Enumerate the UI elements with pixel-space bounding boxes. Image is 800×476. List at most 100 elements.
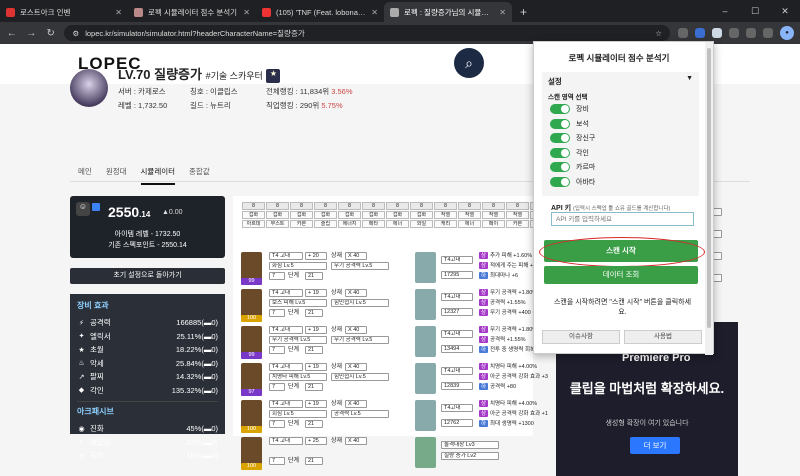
gem-type[interactable]: 겁화	[362, 211, 385, 219]
multiplier-select[interactable]: X 40	[345, 289, 367, 297]
grade-select[interactable]: T4 고대	[269, 437, 303, 445]
gem-type[interactable]: 겁화	[410, 211, 433, 219]
step-select[interactable]: 7	[269, 383, 285, 391]
accessory-grade-select[interactable]: T4고대	[441, 367, 473, 375]
gem-type[interactable]: 겁화	[386, 211, 409, 219]
chevron-down-icon[interactable]: ▼	[686, 75, 693, 82]
close-icon[interactable]: ✕	[371, 8, 378, 17]
gem-selector[interactable]: 8 작열 페이	[482, 202, 505, 228]
level-select[interactable]: 21	[305, 309, 323, 317]
multiplier-select[interactable]: X 40	[345, 326, 367, 334]
gem-skill[interactable]: 메타	[362, 220, 385, 228]
ad-more-button[interactable]: 더 보기	[630, 437, 680, 454]
accessory-value-input[interactable]: 12839	[441, 382, 473, 390]
accessory-option-select[interactable]: 하 최대 생명력 +1300	[477, 420, 536, 428]
close-window-button[interactable]: ✕	[770, 6, 800, 17]
tab-summary[interactable]: 종합값	[189, 166, 210, 185]
extension-icon[interactable]	[712, 28, 722, 38]
minimize-button[interactable]: –	[710, 6, 740, 16]
effect-select-a[interactable]: 화심 Lv.5	[269, 262, 327, 270]
gem-skill[interactable]: 페이	[482, 220, 505, 228]
accessory-grade-select[interactable]: T4고대	[441, 330, 473, 338]
multiplier-select[interactable]: X 40	[345, 363, 367, 371]
browser-tab-active[interactable]: 로펙 : 질량증가님의 시뮬레이터 ✕	[384, 2, 512, 22]
close-icon[interactable]: ✕	[499, 8, 506, 17]
refine-select[interactable]: + 19	[305, 289, 327, 297]
download-icon[interactable]	[746, 28, 756, 38]
gem-selector[interactable]: 8 작열 카본	[506, 202, 529, 228]
gem-level[interactable]: 8	[362, 202, 385, 210]
accessory-option-select[interactable]: 상 공격력 +1.55%	[477, 336, 528, 344]
grade-select[interactable]: T4 고대	[269, 289, 303, 297]
level-select[interactable]: 21	[305, 346, 323, 354]
toggle-switch[interactable]	[550, 147, 570, 158]
effect-select-b[interactable]: 공격력 Lv.5	[331, 410, 389, 418]
gem-level[interactable]: 8	[242, 202, 265, 210]
effect-select-a[interactable]: 회심 Lv.5	[269, 410, 327, 418]
scroll-thumb[interactable]	[707, 48, 711, 328]
checkbox[interactable]	[92, 203, 100, 211]
multiplier-select[interactable]: X 40	[345, 400, 367, 408]
accessory-option-select[interactable]: 상 무기 공격력 +1.80%	[477, 326, 539, 334]
gem-selector[interactable]: 8작열에너	[458, 202, 481, 228]
toggle-switch[interactable]	[550, 118, 570, 129]
settings-header[interactable]: 설정	[548, 76, 562, 87]
gem-selector[interactable]: 8 겁화 카본	[290, 202, 313, 228]
search-icon[interactable]: ⌕	[454, 48, 484, 78]
accessory-option-select[interactable]: 상 치명타 피해 +4.00%	[477, 400, 539, 408]
grade-select[interactable]: T4 고대	[269, 400, 303, 408]
gem-type[interactable]: 겁화	[314, 211, 337, 219]
gem-level[interactable]: 8	[314, 202, 337, 210]
browser-tab[interactable]: 로스트아크 인벤 ✕	[0, 2, 128, 22]
sidepanel-icon[interactable]	[763, 28, 773, 38]
browser-tab[interactable]: (105) 'TNF (Feat. lobonabe… ✕	[256, 2, 384, 22]
refine-select[interactable]: + 19	[305, 326, 327, 334]
accessory-value-input[interactable]: 12327	[441, 308, 473, 316]
effect-select-a[interactable]: 보스 피해 Lv.5	[269, 299, 327, 307]
scan-toggle-row[interactable]: 아바타	[550, 176, 595, 187]
data-lookup-button[interactable]: 데이터 조회	[544, 266, 698, 284]
tab-main[interactable]: 메인	[78, 166, 92, 185]
gem-selector[interactable]: 8 작열 캐리	[434, 202, 457, 228]
step-select[interactable]: 7	[269, 309, 285, 317]
level-select[interactable]: 21	[305, 383, 323, 391]
extension-icon[interactable]	[695, 28, 705, 38]
gem-skill[interactable]: 에너	[458, 220, 481, 228]
grade-select[interactable]: T4 고대	[269, 363, 303, 371]
scan-toggle-row[interactable]: 장신구	[550, 133, 595, 143]
gem-level[interactable]: 8	[506, 202, 529, 210]
back-arrow-icon[interactable]: ←	[6, 28, 17, 39]
gem-skill[interactable]: 카본	[290, 220, 313, 228]
reset-button[interactable]: 초기 설정으로 돌아가기	[70, 268, 225, 284]
issues-button[interactable]: 이슈사항	[542, 330, 620, 344]
gem-selector[interactable]: 8 겁화 메타	[362, 202, 385, 228]
accessory-value-input[interactable]: 12762	[441, 419, 473, 427]
gem-type[interactable]: 겁화	[290, 211, 313, 219]
gem-skill[interactable]: 부스트	[266, 220, 289, 228]
tab-simulator[interactable]: 시뮬레이터	[140, 166, 176, 185]
level-select[interactable]: 21	[305, 457, 323, 465]
scan-toggle-row[interactable]: 장비	[550, 104, 589, 114]
accessory-option-select[interactable]: 상 아군 공격력 강화 효과 +1	[477, 410, 550, 418]
gem-type[interactable]: 작열	[482, 211, 505, 219]
gem-level[interactable]: 8	[482, 202, 505, 210]
effect-select-b[interactable]: 무기 공격력 Lv.5	[331, 336, 389, 344]
accessory-grade-select[interactable]: T4고대	[441, 404, 473, 412]
stone-engrave-select[interactable]: 돌격대장 Lv3	[441, 441, 499, 449]
reload-icon[interactable]: ↻	[45, 28, 56, 39]
gem-selector[interactable]: 8 겁화 부스트	[266, 202, 289, 228]
effect-select-a[interactable]: 무기 공격력 Lv.5	[269, 336, 327, 344]
gem-skill[interactable]: 슬립	[314, 220, 337, 228]
new-tab-button[interactable]: +	[512, 2, 535, 22]
accessory-grade-select[interactable]: T4고대	[441, 256, 473, 264]
gem-type[interactable]: 겁화	[338, 211, 361, 219]
step-select[interactable]: 7	[269, 346, 285, 354]
accessory-option-select[interactable]: 상 적에게 주는 피해 +	[477, 262, 535, 270]
toggle-switch[interactable]	[550, 162, 570, 172]
gem-type[interactable]: 작열	[506, 211, 529, 219]
effect-select-b[interactable]: 힘민첩지 Lv.5	[331, 299, 389, 307]
multiplier-select[interactable]: X 40	[345, 437, 367, 445]
gem-type[interactable]: 겁화	[266, 211, 289, 219]
usage-button[interactable]: 사용법	[624, 330, 702, 344]
gem-selector[interactable]: 8 겁화 아르데	[242, 202, 265, 228]
